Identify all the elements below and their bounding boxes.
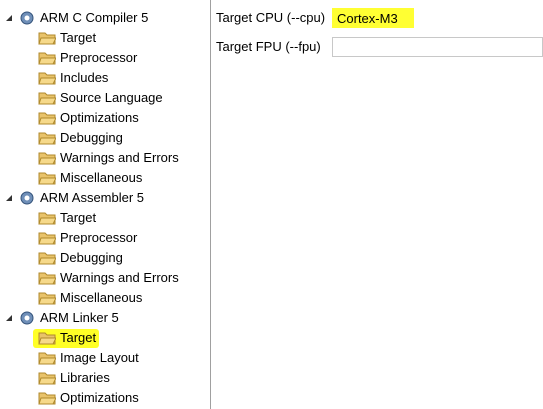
folder-open-icon: [38, 372, 56, 385]
expand-triangle-icon[interactable]: [4, 193, 14, 203]
tree-item-label: Target: [60, 30, 97, 45]
tree-item-label: Preprocessor: [60, 230, 138, 245]
tree-tool-label: ARM Assembler 5: [40, 190, 145, 205]
tree-item-label: Debugging: [60, 250, 123, 265]
tree-item-label: Target: [60, 330, 97, 345]
gear-icon: [20, 11, 34, 25]
tree-tool-label: ARM C Compiler 5: [40, 10, 149, 25]
folder-open-icon: [38, 52, 56, 65]
target-cpu-label: Target CPU (--cpu): [216, 10, 326, 25]
tree-item-label: Optimizations: [60, 390, 139, 405]
tree-item-label: Warnings and Errors: [60, 150, 179, 165]
folder-open-icon: [38, 92, 56, 105]
folder-open-icon: [38, 252, 56, 265]
tree-item-label: Debugging: [60, 130, 123, 145]
folder-open-icon: [38, 212, 56, 225]
tree-item-label: Warnings and Errors: [60, 270, 179, 285]
target-fpu-input[interactable]: [332, 37, 543, 57]
tree-item-label: Source Language: [60, 90, 163, 105]
folder-open-icon: [38, 72, 56, 85]
expand-triangle-icon[interactable]: [4, 313, 14, 323]
tree-item-label: Includes: [60, 70, 109, 85]
target-fpu-label: Target FPU (--fpu): [216, 39, 321, 54]
tree-item-label: Optimizations: [60, 110, 139, 125]
folder-open-icon: [38, 232, 56, 245]
folder-open-icon: [38, 292, 56, 305]
folder-open-icon: [38, 332, 56, 345]
tree-item-label: Preprocessor: [60, 50, 138, 65]
settings-tree: ARM C Compiler 5 Target Preprocessor Inc…: [0, 0, 211, 409]
folder-open-icon: [38, 172, 56, 185]
tree-item-label: Miscellaneous: [60, 290, 143, 305]
gear-icon: [20, 311, 34, 325]
target-cpu-input[interactable]: [332, 8, 414, 28]
tree-tool-label: ARM Linker 5: [40, 310, 119, 325]
folder-open-icon: [38, 32, 56, 45]
expand-triangle-icon[interactable]: [4, 13, 14, 23]
settings-panel: Target CPU (--cpu) Target FPU (--fpu): [212, 0, 543, 409]
folder-open-icon: [38, 272, 56, 285]
tree-item-label: Image Layout: [60, 350, 139, 365]
tree-item-label: Target: [60, 210, 97, 225]
gear-icon: [20, 191, 34, 205]
tree-item-label: Miscellaneous: [60, 170, 143, 185]
folder-open-icon: [38, 352, 56, 365]
folder-open-icon: [38, 392, 56, 405]
folder-open-icon: [38, 112, 56, 125]
tree-item-label: Libraries: [60, 370, 110, 385]
folder-open-icon: [38, 152, 56, 165]
folder-open-icon: [38, 132, 56, 145]
